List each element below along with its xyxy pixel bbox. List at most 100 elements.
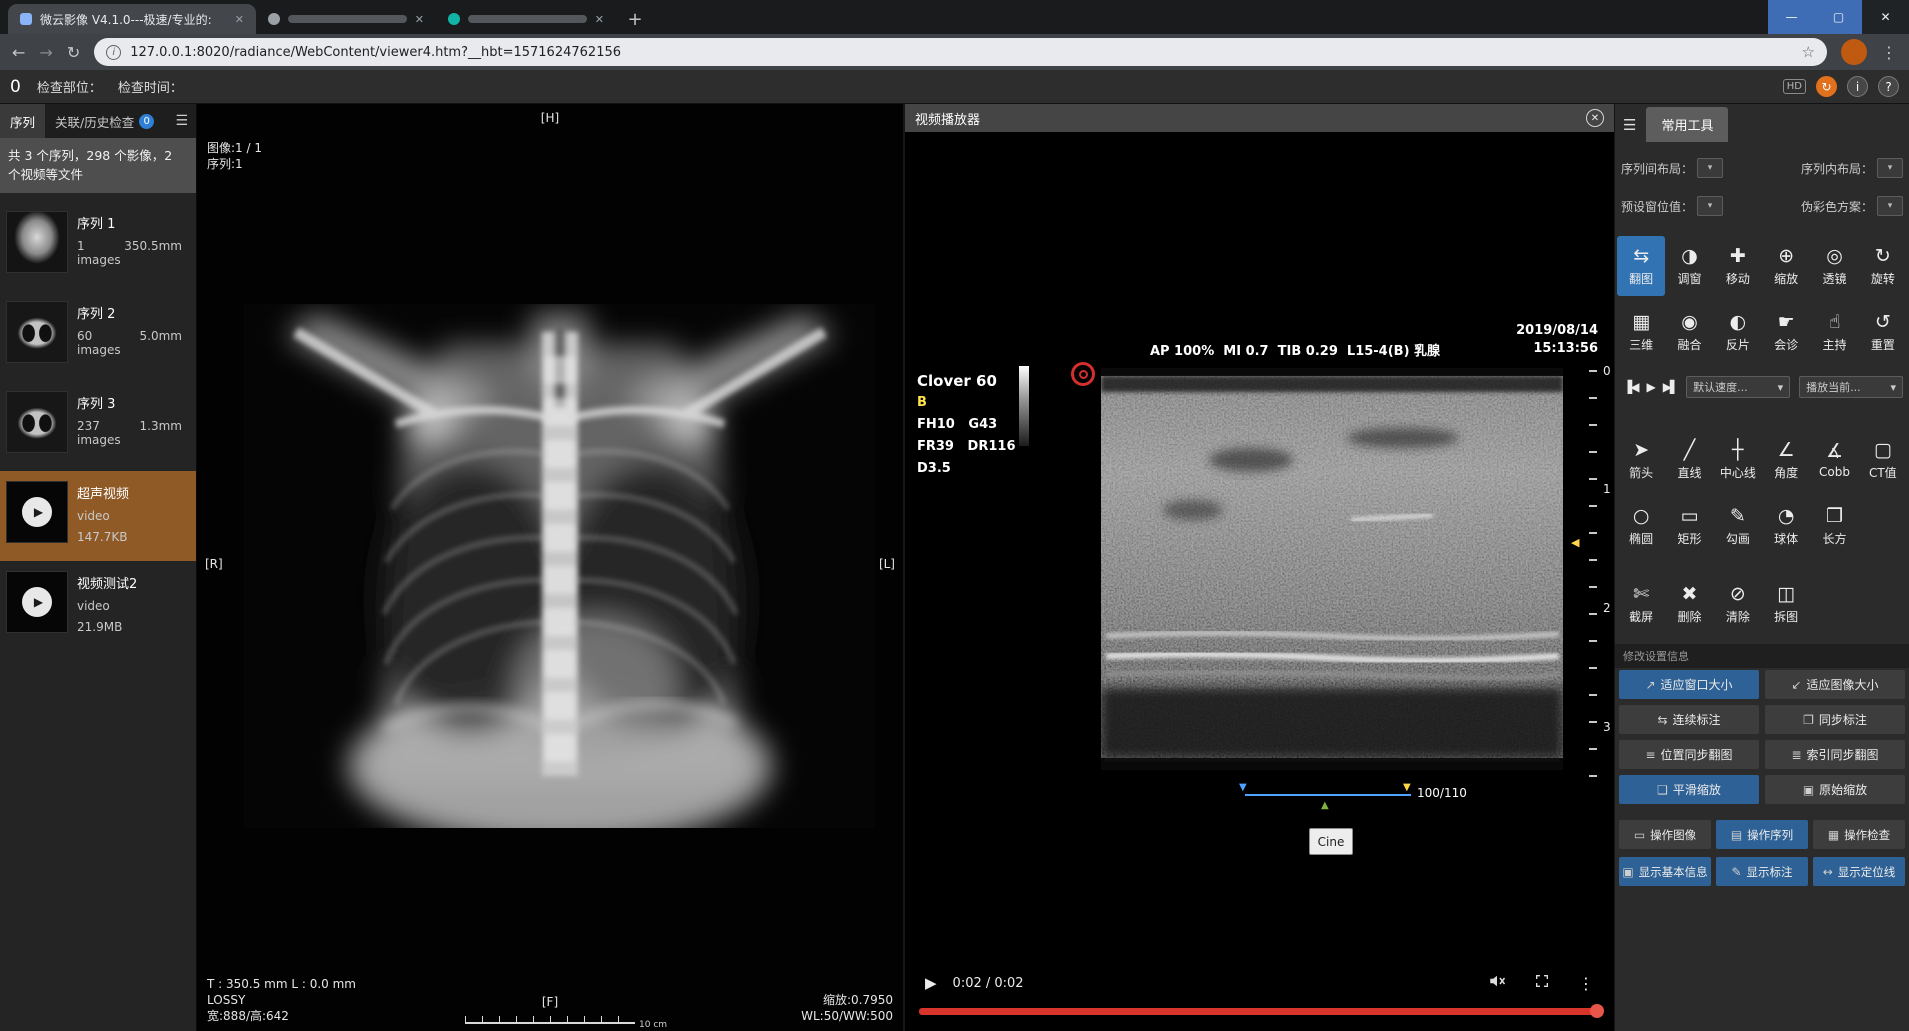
- position-sync-flip-button[interactable]: ≡ 位置同步翻图: [1619, 740, 1759, 769]
- tool-window-level[interactable]: ◑ 调窗: [1665, 236, 1713, 296]
- tool-ellipse[interactable]: ○ 椭圆: [1617, 496, 1665, 556]
- hd-quality-badge[interactable]: HD: [1782, 79, 1806, 94]
- sync-annotate-button[interactable]: ❐ 同步标注: [1765, 705, 1905, 734]
- reload-icon[interactable]: ↻: [67, 43, 80, 62]
- smooth-zoom-button[interactable]: ❑ 平滑缩放: [1619, 775, 1759, 804]
- video-player-titlebar[interactable]: 视频播放器 ✕: [905, 104, 1614, 132]
- show-annotations-button[interactable]: ✎ 显示标注: [1716, 857, 1808, 886]
- tool-flip-pages[interactable]: ⇆ 翻图: [1617, 236, 1666, 296]
- tool-pan[interactable]: ✚ 移动: [1714, 236, 1762, 296]
- fullscreen-icon[interactable]: [1534, 973, 1550, 993]
- window-close-button[interactable]: ✕: [1862, 0, 1909, 34]
- playback-next-icon[interactable]: ▶▌: [1663, 380, 1680, 394]
- tool-panel-menu-icon[interactable]: ☰: [1623, 116, 1636, 142]
- tool-delete[interactable]: ✖ 删除: [1665, 574, 1713, 634]
- fit-image-button[interactable]: ↙ 适应图像大小: [1765, 670, 1905, 699]
- url-text[interactable]: 127.0.0.1:8020/radiance/WebContent/viewe…: [130, 45, 1792, 60]
- tool-angle[interactable]: ∠ 角度: [1762, 430, 1810, 490]
- tab-close-icon[interactable]: ✕: [235, 13, 244, 26]
- xray-image[interactable]: [244, 304, 875, 828]
- series-1-thumbnail[interactable]: [6, 210, 68, 273]
- tool-line[interactable]: ╱ 直线: [1665, 430, 1713, 490]
- refresh-icon[interactable]: ↻: [1816, 76, 1837, 97]
- help-icon[interactable]: ?: [1878, 76, 1899, 97]
- operate-study-button[interactable]: ▦ 操作检查: [1813, 820, 1905, 849]
- tab-common-tools[interactable]: 常用工具: [1646, 107, 1729, 142]
- series-2-thumbnail[interactable]: [6, 300, 68, 363]
- window-maximize-button[interactable]: ▢: [1815, 0, 1862, 34]
- tool-invert[interactable]: ◐ 反片: [1714, 302, 1762, 362]
- browser-tab-active[interactable]: 微云影像 V4.1.0---极速/专业的: ✕: [8, 4, 256, 34]
- window-minimize-button[interactable]: —: [1768, 0, 1815, 34]
- video-1-thumbnail[interactable]: ▶: [6, 480, 68, 543]
- series-item-3[interactable]: 序列 3 237 images 1.3mm: [0, 381, 196, 471]
- tab3-close-icon[interactable]: ✕: [595, 13, 604, 26]
- window-preset-dropdown[interactable]: 预设窗位值： ▾: [1621, 196, 1724, 216]
- video-item-ultrasound[interactable]: ▶ 超声视频 video 147.7KB: [0, 470, 196, 561]
- video-more-icon[interactable]: ⋮: [1578, 974, 1594, 993]
- video-item-test2[interactable]: ▶ 视频测试2 video 21.9MB: [0, 561, 196, 651]
- video-close-icon[interactable]: ✕: [1586, 109, 1604, 127]
- video-2-thumbnail[interactable]: ▶: [6, 570, 68, 633]
- tool-3d[interactable]: ▦ 三维: [1617, 302, 1665, 362]
- tool-split-image[interactable]: ◫ 拆图: [1762, 574, 1810, 634]
- series-layout-dropdown[interactable]: 序列间布局： ▾: [1621, 158, 1724, 178]
- forward-icon[interactable]: →: [39, 43, 52, 62]
- tab-series[interactable]: 序列: [0, 104, 46, 138]
- new-tab-button[interactable]: +: [620, 4, 650, 34]
- playback-prev-icon[interactable]: ▐◀: [1623, 380, 1640, 394]
- tab-history[interactable]: 关联/历史检查 0: [45, 104, 164, 138]
- profile-avatar[interactable]: [1841, 39, 1867, 65]
- tool-cuboid[interactable]: ❒ 长方: [1810, 496, 1858, 556]
- browser-tab-3[interactable]: ✕: [436, 4, 616, 34]
- tool-freehand[interactable]: ✎ 勾画: [1714, 496, 1762, 556]
- info-icon[interactable]: i: [1847, 76, 1868, 97]
- playback-speed-dropdown[interactable]: 默认速度... ▾: [1686, 376, 1791, 398]
- tool-clear[interactable]: ⊘ 清除: [1714, 574, 1762, 634]
- operate-image-button[interactable]: ▭ 操作图像: [1619, 820, 1711, 849]
- original-zoom-button[interactable]: ▣ 原始缩放: [1765, 775, 1905, 804]
- operate-series-button[interactable]: ▤ 操作序列: [1716, 820, 1808, 849]
- tool-consult[interactable]: ☛ 会诊: [1762, 302, 1810, 362]
- tool-sphere[interactable]: ◔ 球体: [1762, 496, 1810, 556]
- tool-ct-value[interactable]: ▢ CT值: [1859, 430, 1907, 490]
- video-stage[interactable]: AP 100% MI 0.7 TIB 0.29 L15-4(B) 乳腺 2019…: [905, 132, 1614, 1031]
- series-item-1[interactable]: 序列 1 1 images 350.5mm: [0, 201, 196, 291]
- sidebar-menu-icon[interactable]: ☰: [167, 113, 196, 129]
- caret-down-icon[interactable]: ▾: [1697, 196, 1724, 216]
- tool-arrow[interactable]: ➤ 箭头: [1617, 430, 1665, 490]
- cine-button[interactable]: Cine: [1309, 828, 1353, 855]
- fit-window-button[interactable]: ↗ 适应窗口大小: [1619, 670, 1759, 699]
- pseudocolor-dropdown[interactable]: 伪彩色方案： ▾: [1801, 196, 1903, 216]
- series-3-thumbnail[interactable]: [6, 390, 68, 453]
- video-progress-knob[interactable]: [1590, 1004, 1604, 1018]
- show-locator-lines-button[interactable]: ↔ 显示定位线: [1813, 857, 1905, 886]
- tool-rectangle[interactable]: ▭ 矩形: [1665, 496, 1713, 556]
- continuous-annotate-button[interactable]: ⇆ 连续标注: [1619, 705, 1759, 734]
- browser-tab-2[interactable]: ✕: [256, 4, 436, 34]
- video-progress-bar[interactable]: [919, 1008, 1600, 1015]
- bookmark-star-icon[interactable]: ☆: [1802, 43, 1815, 61]
- tool-reset[interactable]: ↺ 重置: [1859, 302, 1907, 362]
- back-icon[interactable]: ←: [12, 43, 25, 62]
- in-series-layout-dropdown[interactable]: 序列内布局： ▾: [1801, 158, 1903, 178]
- video-play-button[interactable]: ▶: [925, 974, 937, 992]
- xray-viewport[interactable]: [H] 图像:1 / 1 序列:1 [R] [L] T : 350.5 mm L…: [196, 104, 903, 1031]
- tool-cobb[interactable]: ∡ Cobb: [1810, 430, 1858, 490]
- playback-target-dropdown[interactable]: 播放当前... ▾: [1799, 376, 1904, 398]
- address-bar[interactable]: i 127.0.0.1:8020/radiance/WebContent/vie…: [94, 38, 1827, 66]
- series-item-2[interactable]: 序列 2 60 images 5.0mm: [0, 291, 196, 381]
- playback-play-icon[interactable]: ▶: [1646, 380, 1655, 394]
- index-sync-flip-button[interactable]: ≣ 索引同步翻图: [1765, 740, 1905, 769]
- tool-centerline[interactable]: ┼ 中心线: [1714, 430, 1762, 490]
- tab2-close-icon[interactable]: ✕: [415, 13, 424, 26]
- tool-zoom[interactable]: ⊕ 缩放: [1762, 236, 1810, 296]
- tool-fusion[interactable]: ◉ 融合: [1665, 302, 1713, 362]
- tool-rotate[interactable]: ↻ 旋转: [1859, 236, 1907, 296]
- tool-screenshot[interactable]: ✄ 截屏: [1617, 574, 1665, 634]
- tool-host[interactable]: ☝ 主持: [1810, 302, 1858, 362]
- caret-down-icon[interactable]: ▾: [1697, 158, 1724, 178]
- caret-down-icon[interactable]: ▾: [1877, 158, 1903, 178]
- show-basic-info-button[interactable]: ▣ 显示基本信息: [1619, 857, 1711, 886]
- browser-menu-icon[interactable]: ⋮: [1881, 43, 1897, 62]
